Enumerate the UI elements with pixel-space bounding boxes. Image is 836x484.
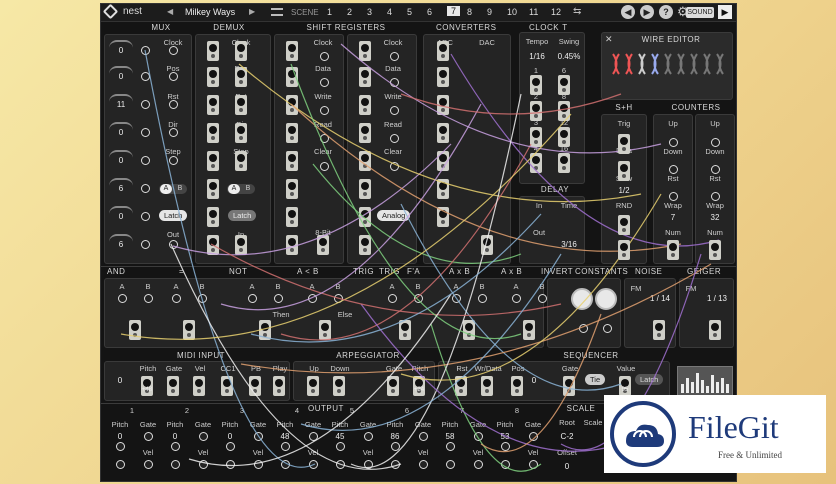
patch-cable[interactable] bbox=[450, 53, 720, 247]
sh-socket[interactable] bbox=[618, 161, 630, 181]
patch-cable[interactable] bbox=[340, 43, 662, 154]
counter-jack[interactable] bbox=[669, 138, 678, 147]
patch-cable[interactable] bbox=[170, 243, 402, 470]
patch-cable[interactable] bbox=[220, 103, 482, 311]
counter-jack[interactable] bbox=[711, 192, 720, 201]
sh-socket[interactable] bbox=[618, 215, 630, 235]
sh-socket[interactable] bbox=[618, 134, 630, 154]
patch-cable[interactable] bbox=[400, 93, 622, 115]
patch-cable[interactable] bbox=[360, 303, 622, 452]
counter-jack[interactable] bbox=[711, 138, 720, 147]
patch-cable[interactable] bbox=[312, 163, 522, 265]
patch-cable[interactable] bbox=[280, 143, 532, 341]
patch-cable[interactable] bbox=[300, 253, 562, 431]
counter1-num-socket[interactable] bbox=[667, 240, 679, 260]
filegit-tagline: Free & Unlimited bbox=[718, 450, 782, 460]
counter2-num-socket[interactable] bbox=[709, 240, 721, 260]
patch-cable[interactable] bbox=[188, 293, 452, 467]
filegit-logo-icon bbox=[610, 401, 676, 467]
counter-jack[interactable] bbox=[669, 165, 678, 174]
filegit-brand: FileGit bbox=[688, 409, 779, 445]
patch-cable[interactable] bbox=[350, 93, 522, 469]
patch-cable[interactable] bbox=[144, 49, 316, 468]
filegit-watermark: FileGit Free & Unlimited bbox=[604, 395, 826, 473]
counter-jack[interactable] bbox=[711, 165, 720, 174]
counter-jack[interactable] bbox=[669, 192, 678, 201]
patch-cable[interactable] bbox=[172, 143, 452, 256]
patch-cable[interactable] bbox=[430, 323, 542, 472]
sh-socket[interactable] bbox=[618, 240, 630, 260]
patch-cable[interactable] bbox=[480, 313, 602, 453]
patch-cable[interactable] bbox=[120, 113, 572, 340]
patch-cable[interactable] bbox=[210, 243, 562, 316]
